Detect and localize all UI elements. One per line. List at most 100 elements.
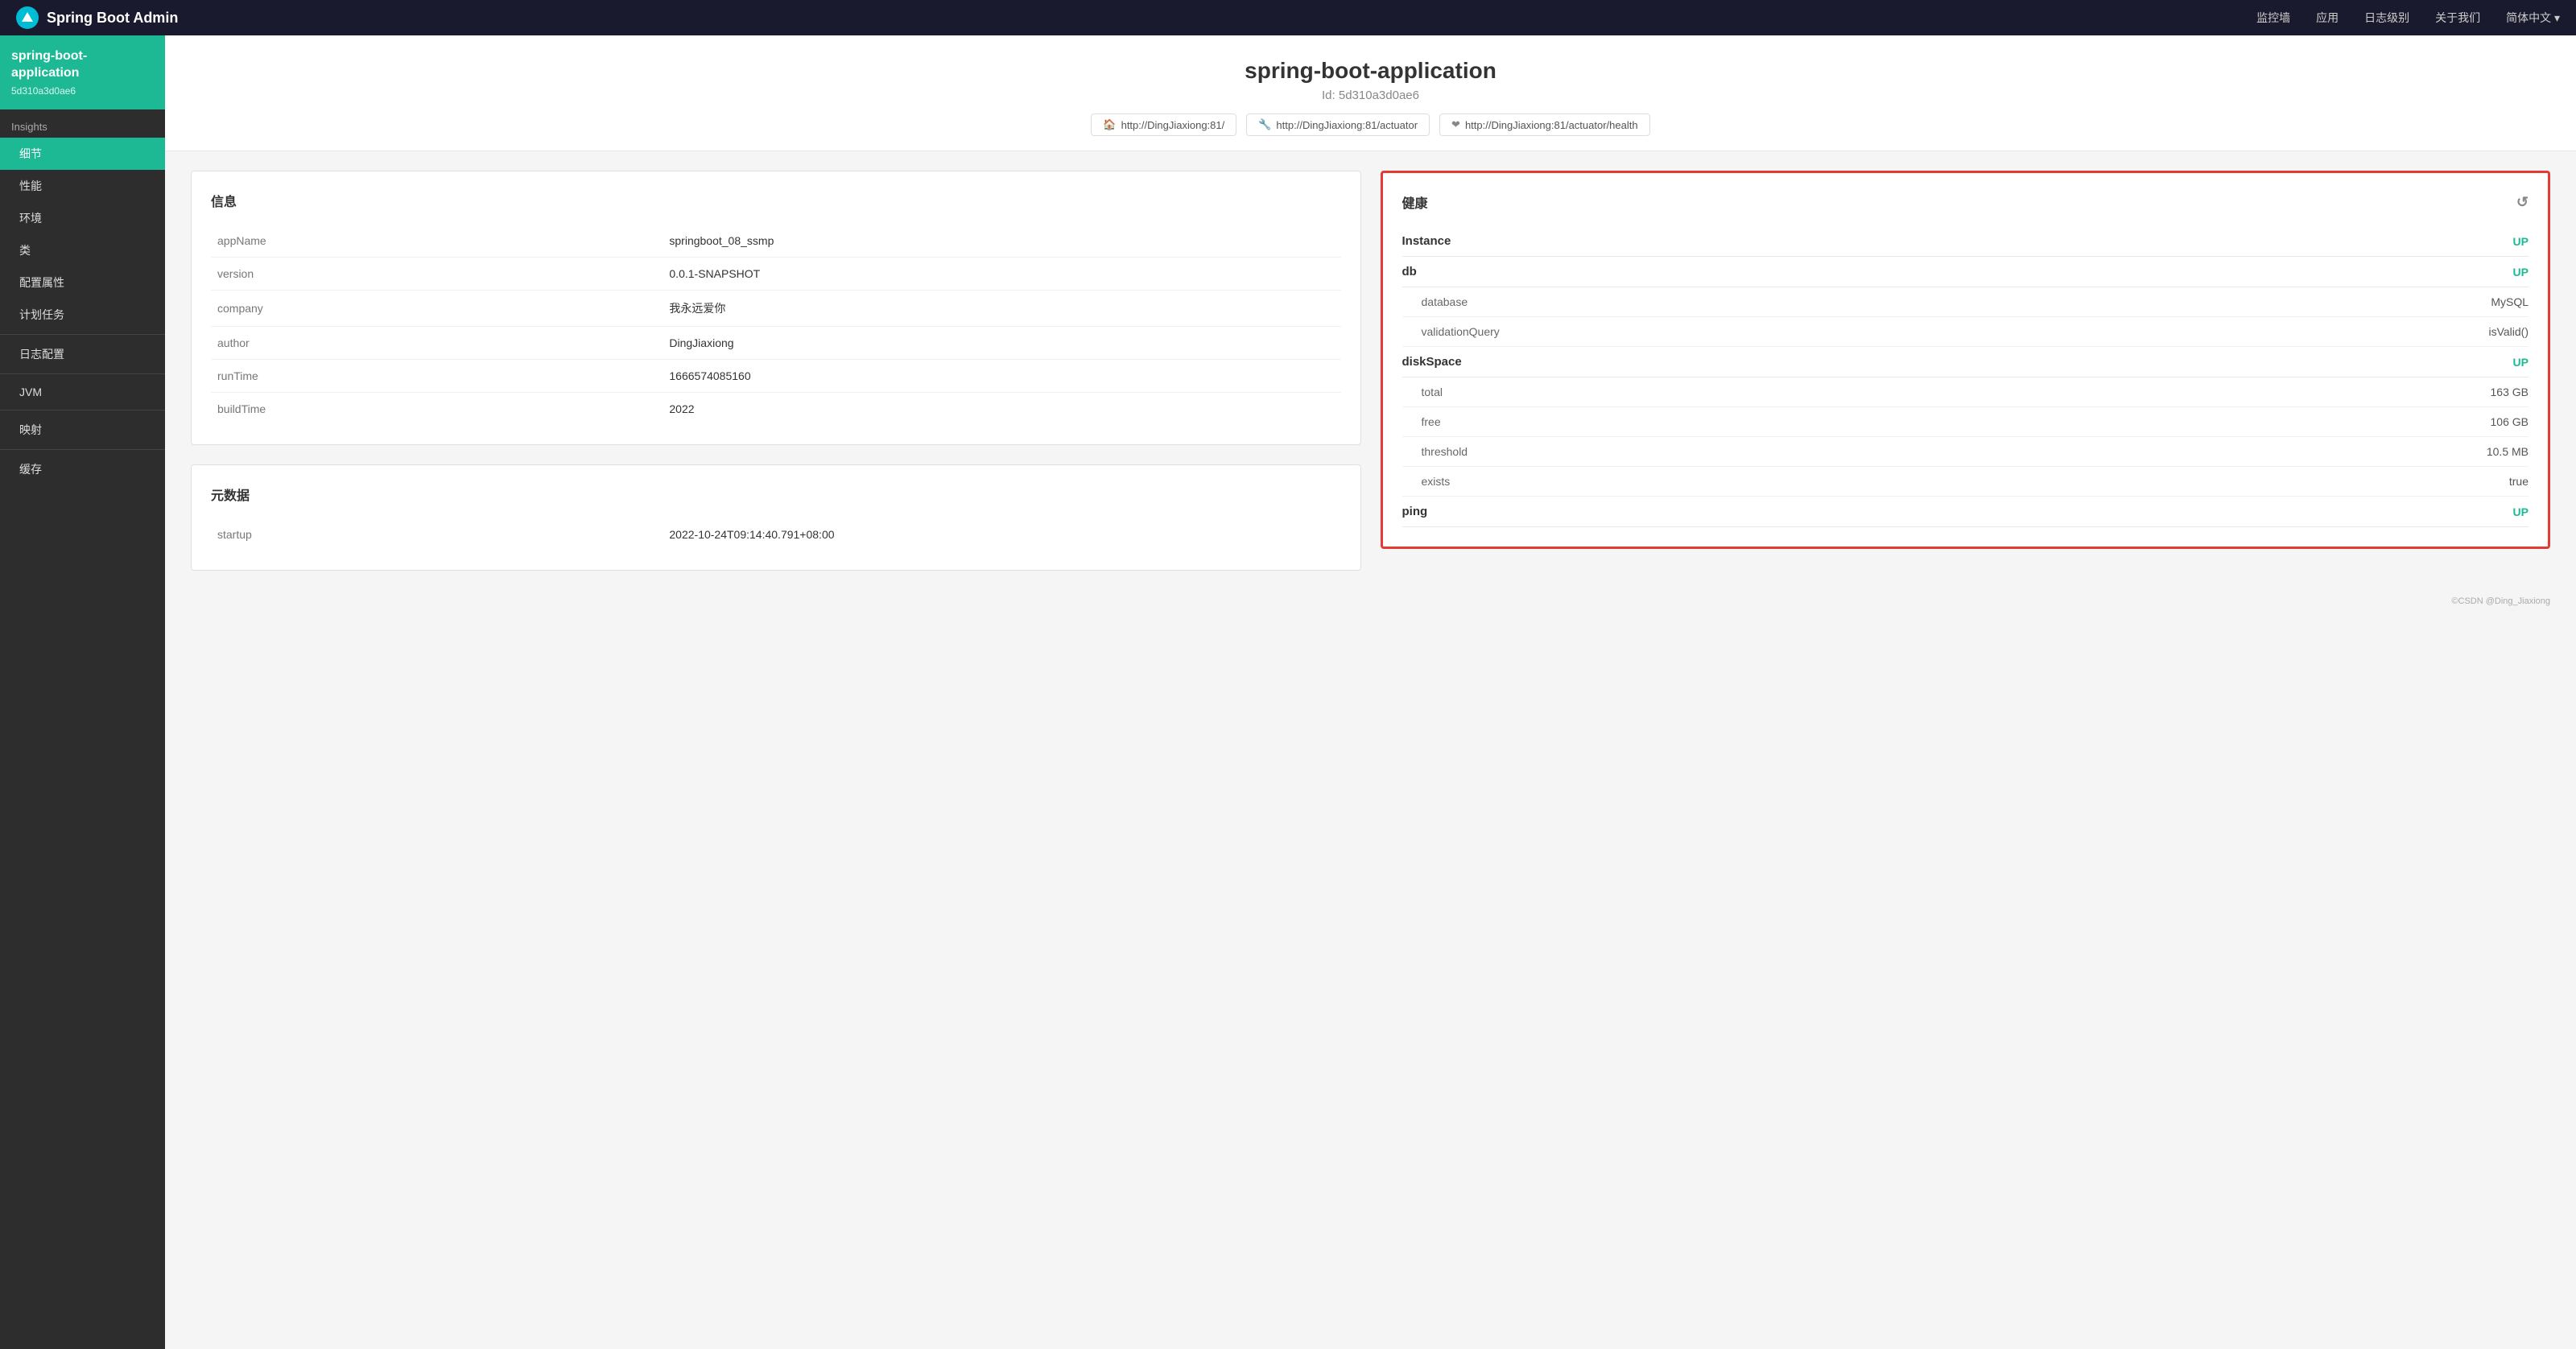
sidebar: spring-boot-application 5d310a3d0ae6 Ins…: [0, 35, 165, 1349]
heart-icon: ❤: [1451, 118, 1460, 131]
page-link-health-text: http://DingJiaxiong:81/actuator/health: [1465, 119, 1638, 131]
wrench-icon: 🔧: [1258, 118, 1271, 131]
brand-name: Spring Boot Admin: [47, 10, 178, 27]
nav-language[interactable]: 简体中文 ▾: [2506, 10, 2560, 26]
page-link-home-text: http://DingJiaxiong:81/: [1121, 119, 1225, 131]
health-section-status: UP: [2513, 235, 2529, 248]
health-section-label: ping: [1402, 505, 1428, 518]
info-key: buildTime: [211, 393, 663, 426]
health-sections: Instance UP db UP database MySQL validat…: [1402, 226, 2529, 527]
info-value: 我永远爱你: [663, 291, 1340, 327]
sidebar-divider-1: [0, 334, 165, 335]
health-sub-key: threshold: [1402, 445, 1468, 458]
health-sub-row: total 163 GB: [1402, 377, 2529, 407]
page-links: 🏠 http://DingJiaxiong:81/ 🔧 http://DingJ…: [181, 113, 2560, 136]
health-sub-row: database MySQL: [1402, 287, 2529, 317]
content-area: 信息 appNamespringboot_08_ssmpversion0.0.1…: [165, 151, 2576, 590]
info-card-title: 信息: [211, 191, 1341, 210]
sidebar-item-jvm[interactable]: JVM: [0, 377, 165, 406]
info-key: version: [211, 258, 663, 291]
meta-card: 元数据 startup2022-10-24T09:14:40.791+08:00: [191, 464, 1361, 571]
sidebar-item-cache[interactable]: 缓存: [0, 453, 165, 485]
meta-card-title: 元数据: [211, 485, 1341, 504]
nav-apps[interactable]: 应用: [2316, 10, 2339, 26]
meta-table: startup2022-10-24T09:14:40.791+08:00: [211, 518, 1341, 551]
info-row: authorDingJiaxiong: [211, 327, 1341, 360]
health-card-title-text: 健康: [1402, 192, 1428, 212]
info-row: version0.0.1-SNAPSHOT: [211, 258, 1341, 291]
sidebar-item-details[interactable]: 细节: [0, 138, 165, 170]
health-section-label: Instance: [1402, 234, 1451, 248]
health-sub-row: threshold 10.5 MB: [1402, 437, 2529, 467]
info-table: appNamespringboot_08_ssmpversion0.0.1-SN…: [211, 225, 1341, 425]
main-content: spring-boot-application Id: 5d310a3d0ae6…: [165, 35, 2576, 1349]
info-value: DingJiaxiong: [663, 327, 1340, 360]
nav-about[interactable]: 关于我们: [2435, 10, 2480, 26]
nav-monitor[interactable]: 监控墙: [2256, 10, 2290, 26]
brand-logo: [16, 6, 39, 29]
sidebar-item-performance[interactable]: 性能: [0, 170, 165, 202]
sidebar-divider-4: [0, 449, 165, 450]
left-column: 信息 appNamespringboot_08_ssmpversion0.0.1…: [191, 171, 1361, 571]
health-sub-key: database: [1402, 295, 1468, 308]
info-key: appName: [211, 225, 663, 258]
info-card: 信息 appNamespringboot_08_ssmpversion0.0.1…: [191, 171, 1361, 445]
health-sub-key: exists: [1402, 475, 1451, 488]
page-header: spring-boot-application Id: 5d310a3d0ae6…: [165, 35, 2576, 151]
health-sub-row: exists true: [1402, 467, 2529, 497]
info-key: company: [211, 291, 663, 327]
sidebar-item-environment[interactable]: 环境: [0, 202, 165, 234]
sidebar-app-info: spring-boot-application 5d310a3d0ae6: [0, 35, 165, 109]
health-section-status: UP: [2513, 505, 2529, 518]
info-value: 0.0.1-SNAPSHOT: [663, 258, 1340, 291]
footer-text: ©CSDN @Ding_Jiaxiong: [2451, 596, 2550, 606]
brand: Spring Boot Admin: [16, 6, 2256, 29]
health-card-title: 健康 ↺: [1402, 192, 2529, 212]
health-section-label: diskSpace: [1402, 355, 1462, 369]
health-card: 健康 ↺ Instance UP db UP database MySQL va…: [1381, 171, 2551, 549]
health-section-status: UP: [2513, 356, 2529, 369]
health-sub-key: free: [1402, 415, 1441, 428]
meta-value: 2022-10-24T09:14:40.791+08:00: [663, 518, 1340, 551]
meta-row: startup2022-10-24T09:14:40.791+08:00: [211, 518, 1341, 551]
insights-label: Insights: [0, 109, 165, 138]
health-sub-value: true: [2509, 475, 2529, 488]
info-key: runTime: [211, 360, 663, 393]
nav-log-level[interactable]: 日志级别: [2364, 10, 2409, 26]
health-sub-value: 106 GB: [2491, 415, 2529, 428]
health-sub-key: validationQuery: [1402, 325, 1500, 338]
sidebar-app-name: spring-boot-application: [11, 48, 154, 82]
info-key: author: [211, 327, 663, 360]
home-icon: 🏠: [1103, 118, 1116, 131]
info-row: buildTime2022: [211, 393, 1341, 426]
health-section-label: db: [1402, 265, 1417, 278]
info-value: 2022: [663, 393, 1340, 426]
sidebar-item-config-props[interactable]: 配置属性: [0, 266, 165, 299]
page-link-health[interactable]: ❤ http://DingJiaxiong:81/actuator/health: [1439, 113, 1650, 136]
meta-key: startup: [211, 518, 663, 551]
info-value: springboot_08_ssmp: [663, 225, 1340, 258]
sidebar-item-mappings[interactable]: 映射: [0, 414, 165, 446]
health-sub-row: validationQuery isValid(): [1402, 317, 2529, 347]
sidebar-item-log-config[interactable]: 日志配置: [0, 338, 165, 370]
info-row: appNamespringboot_08_ssmp: [211, 225, 1341, 258]
meta-card-title-text: 元数据: [211, 485, 250, 504]
layout: spring-boot-application 5d310a3d0ae6 Ins…: [0, 35, 2576, 1349]
topnav: Spring Boot Admin 监控墙 应用 日志级别 关于我们 简体中文 …: [0, 0, 2576, 35]
sidebar-divider-2: [0, 373, 165, 374]
sidebar-item-classes[interactable]: 类: [0, 234, 165, 266]
page-link-home[interactable]: 🏠 http://DingJiaxiong:81/: [1091, 113, 1236, 136]
footer: ©CSDN @Ding_Jiaxiong: [165, 590, 2576, 613]
refresh-icon[interactable]: ↺: [2516, 194, 2529, 211]
page-link-actuator[interactable]: 🔧 http://DingJiaxiong:81/actuator: [1246, 113, 1430, 136]
health-section-header: diskSpace UP: [1402, 347, 2529, 377]
health-section-header: ping UP: [1402, 497, 2529, 527]
page-subtitle: Id: 5d310a3d0ae6: [181, 89, 2560, 102]
health-sub-row: free 106 GB: [1402, 407, 2529, 437]
sidebar-item-scheduled-tasks[interactable]: 计划任务: [0, 299, 165, 331]
health-section-status: UP: [2513, 266, 2529, 278]
info-row: company我永远爱你: [211, 291, 1341, 327]
health-sub-value: 10.5 MB: [2487, 445, 2529, 458]
health-section-header: db UP: [1402, 257, 2529, 287]
page-link-actuator-text: http://DingJiaxiong:81/actuator: [1276, 119, 1418, 131]
